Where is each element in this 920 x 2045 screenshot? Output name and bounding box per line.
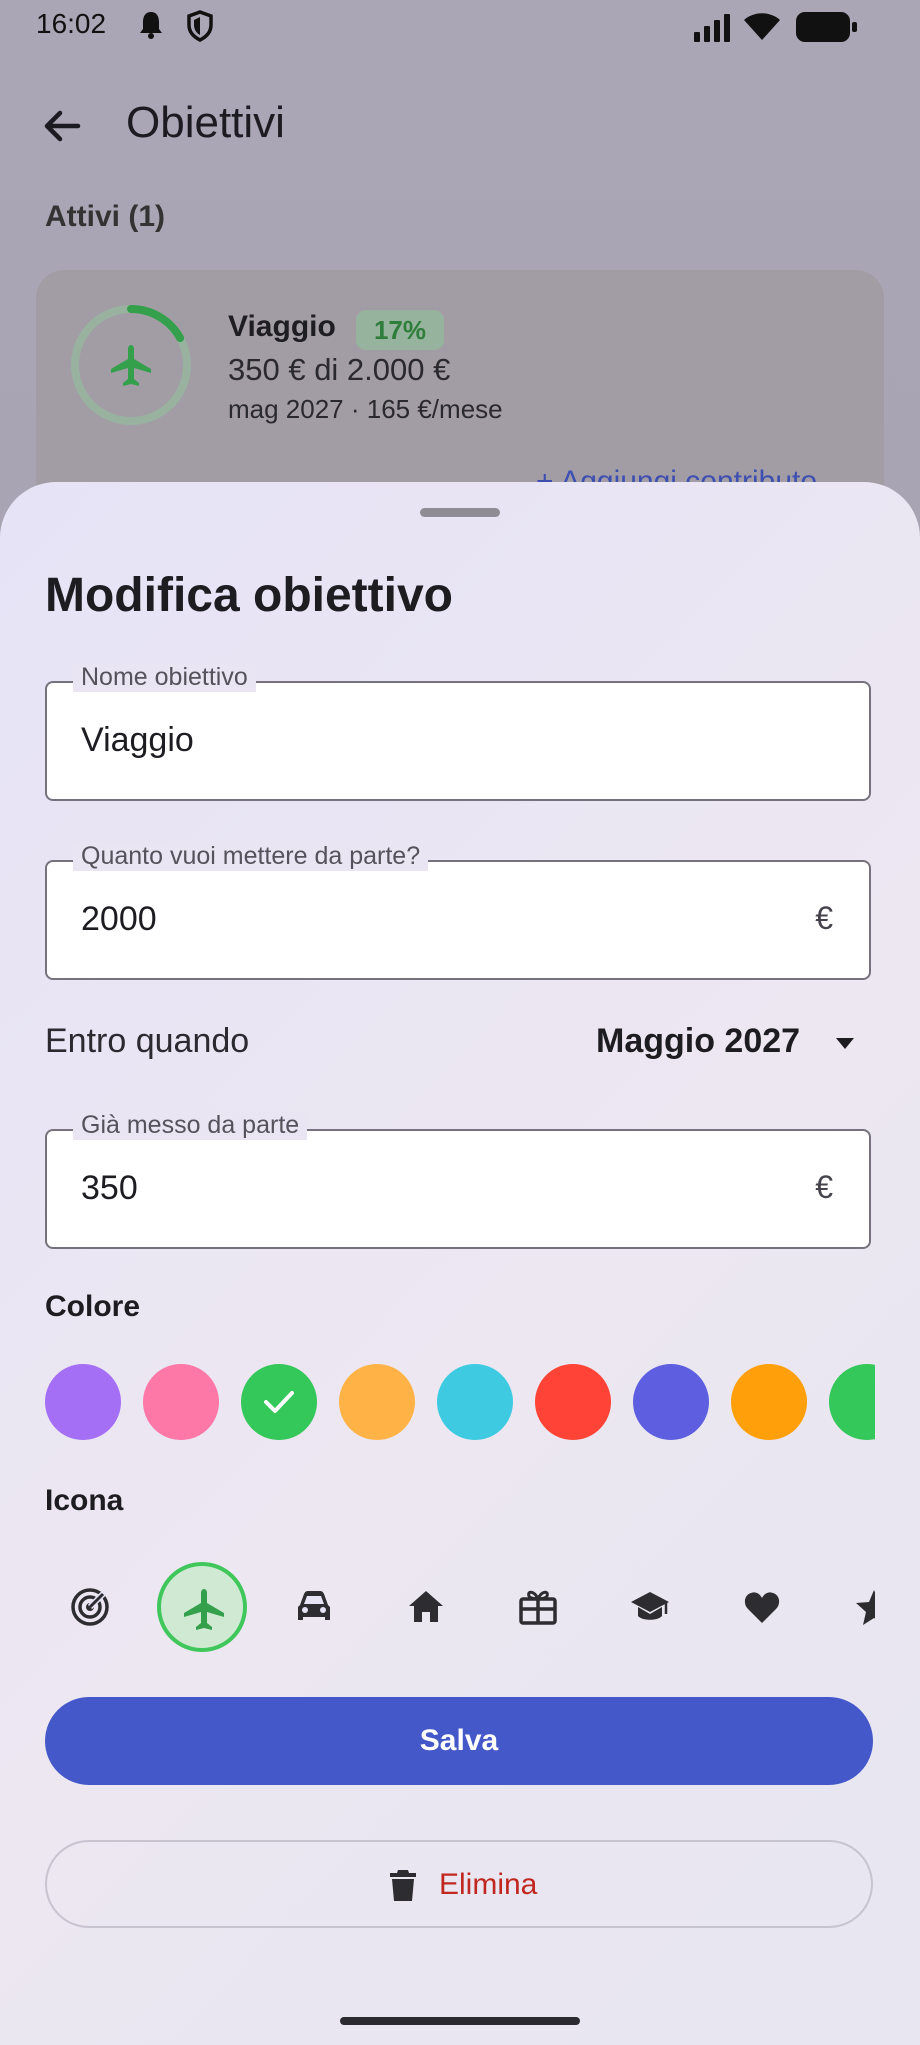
saved-amount-field[interactable]: Già messo da parte 350 € [45,1111,871,1249]
shield-icon [187,10,213,42]
color-label: Colore [45,1290,141,1323]
goal-name-label: Nome obiettivo [73,663,256,692]
graduation-cap-icon [631,1592,669,1620]
delete-label: Elimina [439,1868,538,1901]
color-swatch[interactable] [829,1364,875,1440]
delete-button[interactable]: Elimina [45,1840,873,1928]
icon-option-star[interactable] [829,1562,875,1652]
saved-amount-value[interactable]: 350 [81,1169,138,1208]
heart-icon [744,1592,780,1623]
color-swatch[interactable] [633,1364,709,1440]
goal-amount: 350 € di 2.000 € [228,352,451,387]
airplane-icon [184,1589,224,1630]
goal-progress-ring [71,305,191,425]
page-title: Obiettivi [126,98,285,147]
icon-option-education[interactable] [605,1562,695,1652]
target-amount-field[interactable]: Quanto vuoi mettere da parte? 2000 € [45,842,871,980]
color-swatch[interactable] [535,1364,611,1440]
goal-name-field[interactable]: Nome obiettivo Viaggio [45,663,871,801]
target-amount-label: Quanto vuoi mettere da parte? [73,842,429,871]
wifi-icon [744,13,780,40]
icon-picker [45,1562,875,1662]
icon-option-car[interactable] [269,1562,359,1652]
color-picker [45,1364,875,1444]
notification-bell-icon [140,12,162,39]
icon-option-home[interactable] [381,1562,471,1652]
icon-option-target[interactable] [45,1562,135,1652]
color-swatch[interactable] [45,1364,121,1440]
status-time: 16:02 [36,8,107,39]
drag-handle[interactable] [420,508,500,517]
signal-icon [694,14,730,42]
target-icon [71,1588,109,1626]
goal-name-value[interactable]: Viaggio [81,721,194,760]
back-arrow-icon[interactable] [40,104,84,148]
battery-icon [796,12,857,42]
car-icon [298,1591,330,1620]
home-icon [409,1591,443,1622]
gift-icon [519,1590,557,1625]
deadline-dropdown[interactable]: Maggio 2027 [596,1022,800,1061]
color-swatch[interactable] [241,1364,317,1440]
save-button[interactable]: Salva [45,1697,873,1785]
caret-down-icon[interactable] [836,1038,854,1049]
status-bar: 16:02 [0,0,920,52]
color-swatch[interactable] [143,1364,219,1440]
app-bar: Obiettivi [0,90,920,162]
airplane-icon [111,345,151,386]
goal-due: mag 2027 · 165 €/mese [228,394,503,424]
icon-option-heart[interactable] [717,1562,807,1652]
color-swatch[interactable] [339,1364,415,1440]
icon-option-airplane[interactable] [157,1562,247,1652]
star-icon [856,1590,875,1625]
icon-option-gift[interactable] [493,1562,583,1652]
sheet-title: Modifica obiettivo [45,569,453,622]
edit-goal-sheet: Modifica obiettivo Nome obiettivo Viaggi… [0,482,920,2045]
deadline-label: Entro quando [45,1022,250,1060]
euro-suffix: € [815,900,833,936]
color-swatch[interactable] [437,1364,513,1440]
icon-label: Icona [45,1484,124,1517]
percent-badge: 17% [356,310,444,350]
section-header: Attivi (1) [45,200,165,233]
check-icon [264,1391,294,1413]
saved-amount-label: Già messo da parte [73,1111,308,1140]
trash-icon [390,1870,416,1901]
target-amount-value[interactable]: 2000 [81,900,157,939]
home-indicator [340,2017,580,2025]
euro-suffix: € [815,1169,833,1205]
color-swatch[interactable] [731,1364,807,1440]
goal-name: Viaggio [228,310,336,343]
